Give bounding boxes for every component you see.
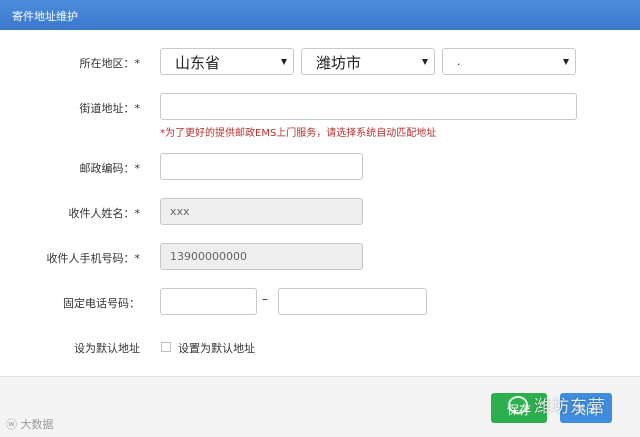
mobile-input[interactable]: 13900000000 [160, 243, 363, 270]
district-select[interactable]: . [442, 48, 576, 75]
default-label: 设为默认地址 [74, 342, 140, 355]
default-checkbox[interactable] [161, 342, 171, 352]
city-select[interactable]: 潍坊市 [301, 48, 435, 75]
chevron-down-icon [422, 59, 428, 65]
chevron-down-icon [281, 59, 287, 65]
name-label: 收件人姓名：* [68, 207, 141, 220]
corner-watermark-text: 大数据 [20, 418, 54, 431]
corner-watermark: ⓦ 大数据 [6, 416, 54, 432]
name-input[interactable]: xxx [160, 198, 363, 225]
phone-separator: – [262, 292, 268, 306]
dialog-title: 寄件地址维护 [12, 10, 78, 23]
street-label: 街道地址：* [79, 102, 141, 115]
street-input[interactable] [160, 93, 577, 120]
province-select[interactable]: 山东省 [160, 48, 294, 75]
city-value: 潍坊市 [316, 54, 362, 72]
postcode-label: 邮政编码：* [79, 162, 141, 175]
name-value: xxx [170, 205, 190, 218]
mobile-label: 收件人手机号码：* [46, 252, 141, 265]
dialog-titlebar: 寄件地址维护 [0, 0, 640, 30]
province-value: 山东省 [175, 54, 221, 72]
phone-label: 固定电话号码： [63, 297, 140, 310]
phone-area-input[interactable] [160, 288, 257, 315]
wechat-icon [508, 396, 528, 414]
phone-number-input[interactable] [278, 288, 427, 315]
district-value: . [457, 55, 461, 68]
watermark-text: 潍坊东营 [534, 397, 606, 417]
postcode-input[interactable] [160, 153, 363, 180]
weibo-icon: ⓦ [6, 418, 21, 431]
region-label: 所在地区：* [79, 57, 141, 70]
chevron-down-icon [563, 59, 569, 65]
street-hint: *为了更好的提供邮政EMS上门服务，请选择系统自动匹配地址 [160, 128, 437, 139]
mobile-value: 13900000000 [170, 250, 247, 263]
default-checkbox-label[interactable]: 设置为默认地址 [178, 340, 255, 356]
